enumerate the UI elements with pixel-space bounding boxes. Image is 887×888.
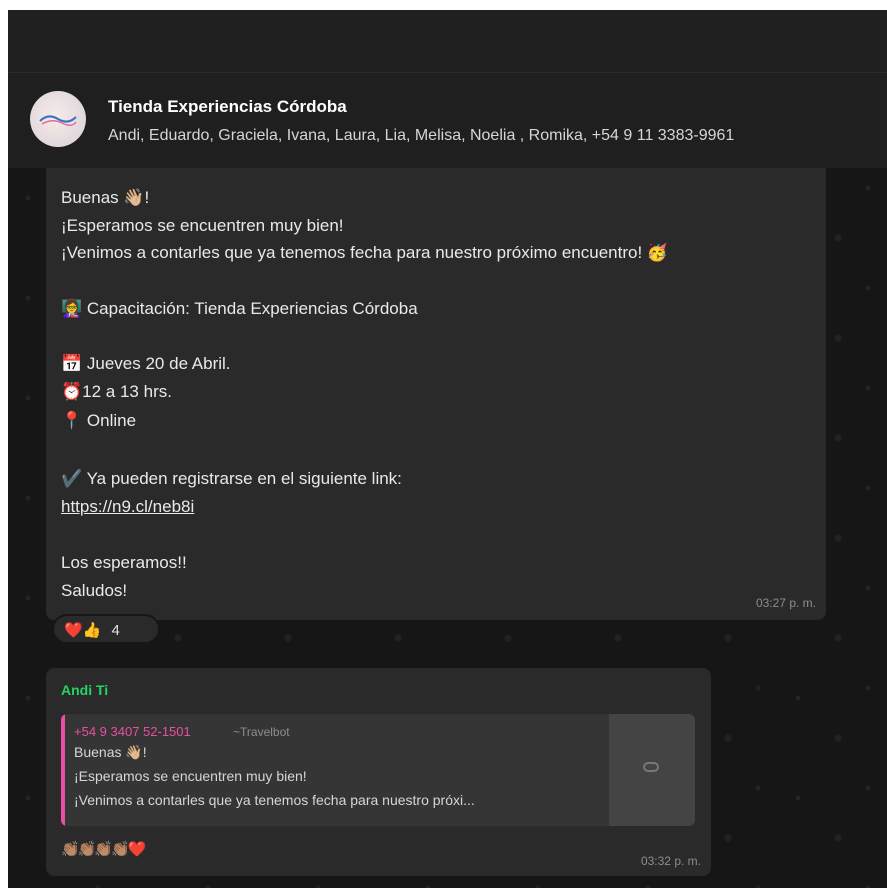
reactions-pill[interactable]: ❤️👍 4 (52, 614, 160, 644)
quote-line: ¡Venimos a contarles que ya tenemos fech… (74, 792, 475, 808)
chat-area[interactable]: Buenas 👋🏼! ¡Esperamos se encuentren muy … (8, 168, 887, 888)
message-line: 👩‍🏫 Capacitación: Tienda Experiencias Có… (61, 299, 418, 318)
quote-line: ¡Esperamos se encuentren muy bien! (74, 768, 307, 784)
message-line: ⏰12 a 13 hrs. (61, 382, 172, 401)
quote-name: ~Travelbot (233, 725, 290, 739)
window-titlebar (8, 10, 887, 72)
sender-name[interactable]: Andi Ti (61, 682, 108, 698)
message-line: ¡Esperamos se encuentren muy bien! (61, 216, 344, 235)
registration-link[interactable]: https://n9.cl/neb8i (61, 497, 194, 517)
message-timestamp: 03:27 p. m. (755, 596, 816, 610)
group-avatar[interactable] (30, 91, 86, 147)
message-line: ¡Venimos a contarles que ya tenemos fech… (61, 243, 669, 262)
message-bubble[interactable]: Buenas 👋🏼! ¡Esperamos se encuentren muy … (46, 168, 826, 620)
reaction-emojis: ❤️👍 (64, 622, 102, 639)
message-timestamp: 03:32 p. m. (640, 854, 701, 868)
link-icon (643, 762, 659, 772)
quote-phone: +54 9 3407 52-1501 (74, 724, 191, 739)
message-line: 📍 Online (61, 411, 137, 430)
reaction-count: 4 (111, 622, 120, 639)
message-text: 👏🏽👏🏽👏🏽👏🏽❤️ (61, 841, 146, 858)
message-line: 📅 Jueves 20 de Abril. (61, 354, 231, 373)
group-members: Andi, Eduardo, Graciela, Ivana, Laura, L… (108, 127, 735, 144)
avatar-logo (38, 111, 78, 127)
group-title[interactable]: Tienda Experiencias Córdoba (108, 97, 347, 117)
link-preview-thumb (609, 714, 695, 826)
quoted-message[interactable]: +54 9 3407 52-1501 ~Travelbot Buenas 👋🏼!… (61, 714, 695, 826)
reply-message-bubble[interactable]: Andi Ti +54 9 3407 52-1501 ~Travelbot Bu… (46, 668, 711, 876)
message-line: Saludos! (61, 581, 128, 600)
message-line: ✔️ Ya pueden registrarse en el siguiente… (61, 469, 402, 488)
message-line: Buenas 👋🏼! (61, 188, 150, 207)
message-line: Los esperamos!! (61, 553, 187, 572)
quote-accent-bar (61, 714, 65, 826)
quote-line: Buenas 👋🏼! (74, 744, 147, 760)
chat-header[interactable]: Tienda Experiencias Córdoba Andi, Eduard… (8, 72, 887, 168)
